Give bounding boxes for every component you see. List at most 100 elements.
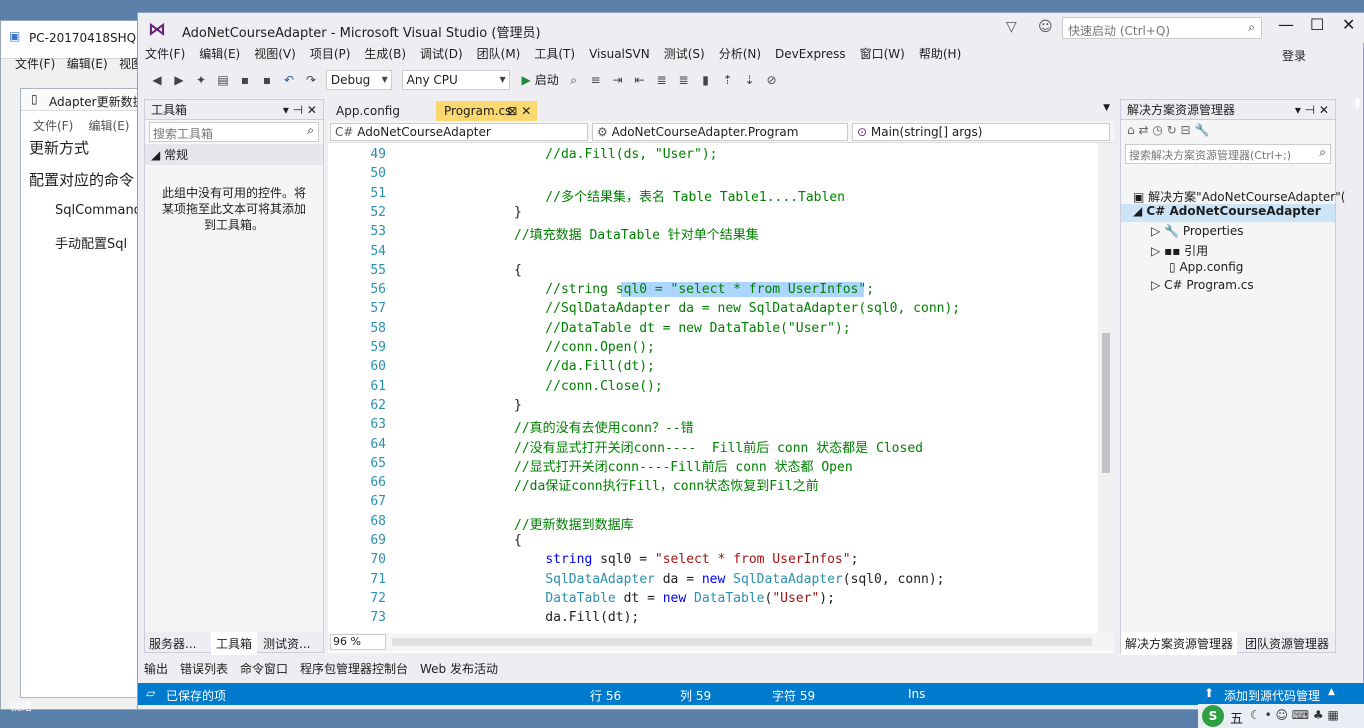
close-icon[interactable]: ⊠ ✕ <box>507 101 531 121</box>
settings-icon[interactable]: 🔧 <box>1194 123 1209 137</box>
menu-view[interactable]: 视图(V) <box>247 43 303 65</box>
tree-app-config[interactable]: ▯ App.config <box>1169 260 1243 274</box>
minimize-button[interactable]: — <box>1278 15 1294 34</box>
code-line[interactable]: //da.Fill(dt); <box>514 359 655 374</box>
tab-output[interactable]: 输出 <box>144 660 168 677</box>
align-icon[interactable]: ≡ <box>588 72 604 88</box>
code-line[interactable]: //conn.Open(); <box>514 340 655 355</box>
open-icon[interactable]: ▤ <box>215 72 231 88</box>
menu-item[interactable]: 文件(F) <box>33 119 73 133</box>
menu-edit[interactable]: 编辑(E) <box>192 43 247 65</box>
undo-icon[interactable]: ↶ <box>281 72 297 88</box>
menu-item[interactable]: 编辑(E) <box>67 57 108 71</box>
type-combo[interactable]: ⚙ AdoNetCourseAdapter.Program <box>592 123 848 141</box>
menu-project[interactable]: 项目(P) <box>303 43 358 65</box>
platform-combo[interactable]: Any CPU ▼ <box>401 70 510 90</box>
filter-icon[interactable]: ▽ <box>1006 19 1017 35</box>
chevron-up-icon[interactable]: ▲ <box>1328 687 1335 697</box>
menu-debug[interactable]: 调试(D) <box>413 43 470 65</box>
menu-analyze[interactable]: 分析(N) <box>712 43 768 65</box>
start-button[interactable]: 启动 <box>535 73 559 87</box>
comment-icon[interactable]: ≣ <box>654 72 670 88</box>
config-combo[interactable]: Debug ▼ <box>325 70 392 90</box>
play-icon[interactable]: ▶ <box>521 73 530 87</box>
feedback-icon[interactable]: ☺ <box>1038 19 1053 35</box>
code-line[interactable]: //SqlDataAdapter da = new SqlDataAdapter… <box>514 301 960 316</box>
find-icon[interactable]: ⌕ <box>566 72 582 88</box>
add-to-source-control[interactable]: 添加到源代码管理 <box>1224 687 1320 704</box>
forward-icon[interactable]: ▶ <box>171 72 187 88</box>
save-icon[interactable]: ▪ <box>237 72 253 88</box>
tab-program-cs[interactable]: Program.cs ⊠ ✕ <box>436 101 538 121</box>
prev-bookmark-icon[interactable]: ⇡ <box>720 72 736 88</box>
tab-toolbox[interactable]: 工具箱 <box>211 632 258 655</box>
tab-web-publish[interactable]: Web 发布活动 <box>420 660 498 677</box>
refresh-icon[interactable]: ↻ <box>1167 123 1177 137</box>
ime-options-icon[interactable]: ☾ • ☺ ⌨ ♣ ▦ <box>1250 708 1339 722</box>
tab-command-window[interactable]: 命令窗口 <box>240 660 288 677</box>
code-line[interactable]: //填充数据 DataTable 针对单个结果集 <box>514 224 759 243</box>
code-line[interactable]: } <box>514 398 522 413</box>
code-line[interactable]: //显式打开关闭conn----Fill前后 conn 状态都 Open <box>514 456 853 475</box>
toolbox-group[interactable]: ◢ 常规 <box>145 144 323 165</box>
menu-team[interactable]: 团队(M) <box>470 43 528 65</box>
horizontal-scrollbar[interactable] <box>392 638 1092 646</box>
menu-tools[interactable]: 工具(T) <box>527 43 582 65</box>
next-bookmark-icon[interactable]: ⇣ <box>742 72 758 88</box>
code-line[interactable]: { <box>514 533 522 548</box>
code-line[interactable]: SqlDataAdapter da = new SqlDataAdapter(s… <box>514 572 944 587</box>
uncomment-icon[interactable]: ≣ <box>676 72 692 88</box>
tab-package-manager[interactable]: 程序包管理器控制台 <box>300 660 408 677</box>
menu-window[interactable]: 窗口(W) <box>853 43 912 65</box>
panel-controls-icon[interactable]: ▾ ⊣ ✕ <box>283 100 317 120</box>
panel-controls-icon[interactable]: ▾ ⊣ ✕ <box>1295 100 1329 120</box>
maximize-button[interactable]: ☐ <box>1310 15 1324 34</box>
code-line[interactable]: //更新数据到数据库 <box>514 514 634 533</box>
code-line[interactable]: da.Fill(dt); <box>514 610 639 625</box>
member-combo[interactable]: ⊙ Main(string[] args) <box>852 123 1110 141</box>
code-line[interactable]: //string sql0 = "select * from UserInfos… <box>514 282 875 298</box>
tab-team-explorer[interactable]: 团队资源管理器 <box>1245 635 1329 652</box>
code-line[interactable]: //da保证conn执行Fill，conn状态恢复到Fil之前 <box>514 475 819 494</box>
code-line[interactable]: //多个结果集，表名 Table Table1....Tablen <box>514 186 845 205</box>
sogou-logo-icon[interactable]: S <box>1202 705 1224 727</box>
menu-help[interactable]: 帮助(H) <box>912 43 968 65</box>
outdent-icon[interactable]: ⇤ <box>632 72 648 88</box>
menu-build[interactable]: 生成(B) <box>357 43 413 65</box>
tree-properties[interactable]: ▷ 🔧 Properties <box>1151 224 1244 238</box>
code-line[interactable]: { <box>514 263 522 278</box>
tree-solution[interactable]: ▣ 解决方案"AdoNetCourseAdapter"( <box>1133 188 1345 205</box>
menu-devexpress[interactable]: DevExpress <box>768 43 853 65</box>
back-icon[interactable]: ◀ <box>149 72 165 88</box>
code-line[interactable]: //没有显式打开关闭conn---- Fill前后 conn 状态都是 Clos… <box>514 437 923 456</box>
tab-app-config[interactable]: App.config <box>328 101 408 121</box>
login-link[interactable]: 登录 <box>1282 47 1306 64</box>
menu-file[interactable]: 文件(F) <box>138 43 192 65</box>
indent-icon[interactable]: ⇥ <box>610 72 626 88</box>
tree-references[interactable]: ▷ ▪▪ 引用 <box>1151 242 1208 259</box>
close-button[interactable]: ✕ <box>1342 15 1355 34</box>
menu-item[interactable]: 编辑(E) <box>89 119 130 133</box>
menu-test[interactable]: 测试(S) <box>657 43 712 65</box>
clear-bookmarks-icon[interactable]: ⊘ <box>764 72 780 88</box>
save-all-icon[interactable]: ▪ <box>259 72 275 88</box>
redo-icon[interactable]: ↷ <box>303 72 319 88</box>
tab-test-resources[interactable]: 测试资... <box>263 635 310 652</box>
project-combo[interactable]: C# AdoNetCourseAdapter <box>330 123 588 141</box>
toolbox-search-input[interactable]: 搜索工具箱 ⌕ <box>149 122 319 142</box>
scroll-thumb[interactable] <box>1102 333 1110 473</box>
quick-launch-box[interactable]: 快速启动 (Ctrl+Q) ⌕ <box>1062 17 1262 39</box>
code-line[interactable]: } <box>514 205 522 220</box>
menu-item[interactable]: 文件(F) <box>15 57 55 71</box>
sync-icon[interactable]: ⇄ <box>1138 123 1148 137</box>
code-area[interactable]: 49 //da.Fill(ds, "User"); 50 51 //多个结果集，表名… <box>328 143 1098 633</box>
new-project-icon[interactable]: ✦ <box>193 72 209 88</box>
zoom-combo[interactable]: 96 % <box>330 634 386 650</box>
history-icon[interactable]: ◷ <box>1152 123 1162 137</box>
menu-visualsvn[interactable]: VisualSVN <box>582 43 657 65</box>
tree-project[interactable]: ◢ C# AdoNetCourseAdapter <box>1121 204 1335 222</box>
home-icon[interactable]: ⌂ <box>1127 123 1135 137</box>
tab-error-list[interactable]: 错误列表 <box>180 660 228 677</box>
vertical-scrollbar[interactable] <box>1098 143 1114 633</box>
ime-mode[interactable]: 五 <box>1230 708 1243 727</box>
